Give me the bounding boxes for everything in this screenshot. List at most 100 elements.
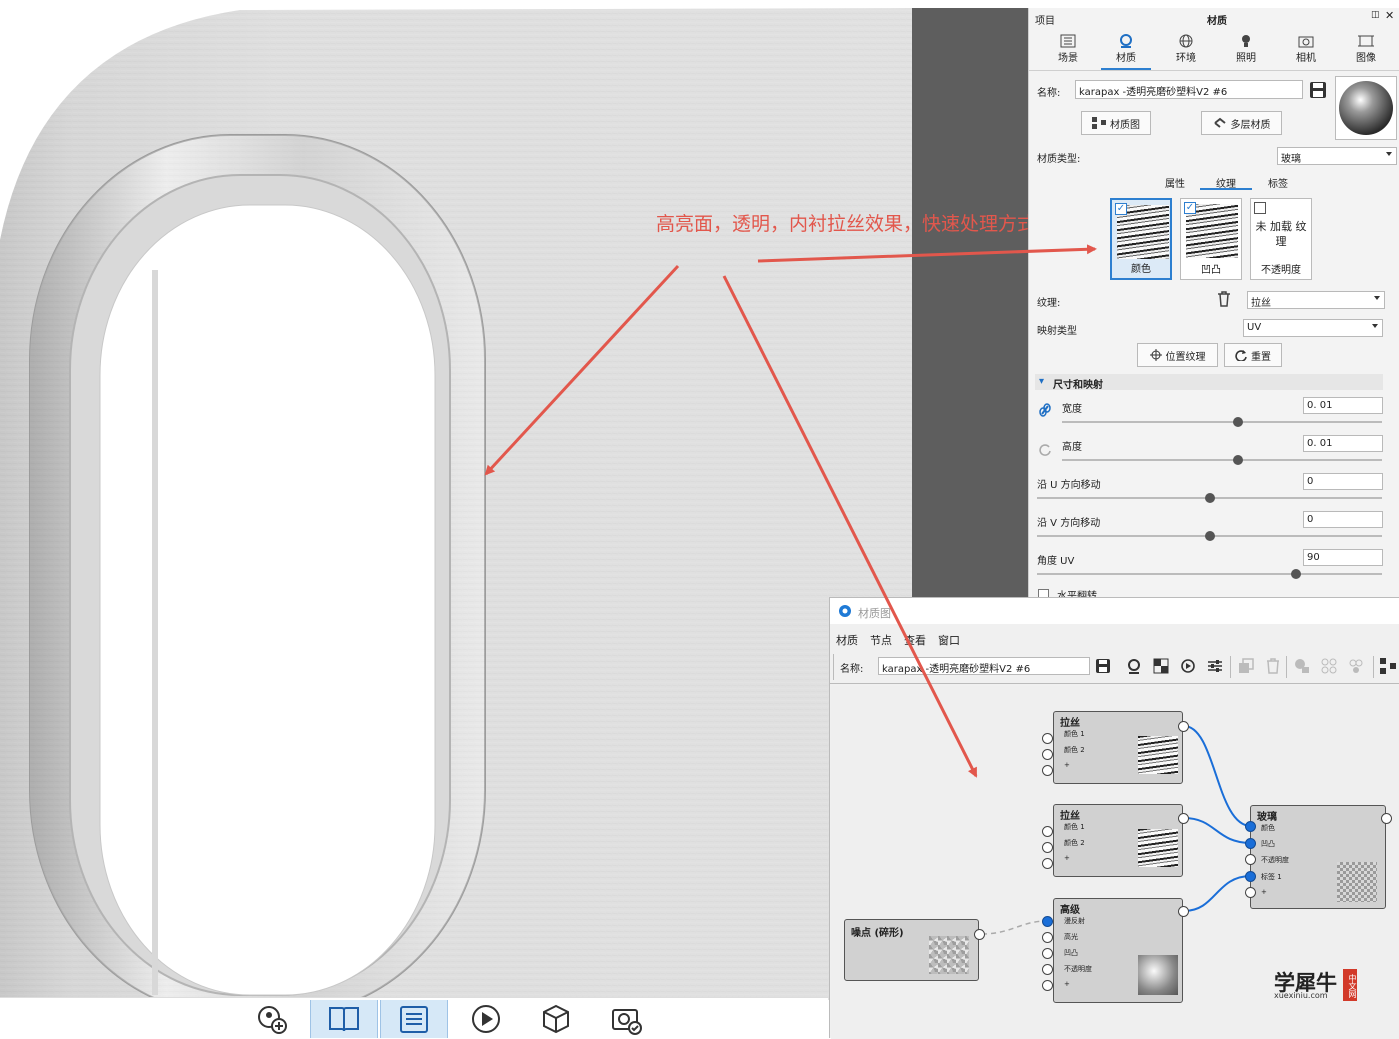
tab-camera[interactable]: 相机 (1281, 34, 1331, 70)
input-port-connected[interactable] (1245, 821, 1256, 832)
input-port[interactable] (1042, 842, 1053, 853)
input-port[interactable] (1042, 948, 1053, 959)
animation-button[interactable] (452, 1000, 520, 1038)
width-field[interactable]: 0. 01 (1303, 397, 1383, 414)
node-settings-icon[interactable] (1348, 658, 1364, 674)
screenshot-button[interactable] (592, 1000, 660, 1038)
sliders-icon[interactable] (1207, 658, 1223, 674)
node-brushed-1[interactable]: 拉丝 颜色 1 颜色 2 + (1053, 711, 1183, 784)
node-advanced[interactable]: 高级 漫反射 高光 凹凸 不透明度 + (1053, 898, 1183, 1003)
copy-icon[interactable] (1238, 658, 1254, 674)
angle-uv-field[interactable]: 90 (1303, 549, 1383, 566)
material-preview[interactable] (1335, 76, 1397, 140)
v-offset-field[interactable]: 0 (1303, 511, 1383, 528)
position-texture-button[interactable]: 位置纹理 (1137, 343, 1218, 367)
checkbox-checked[interactable]: ✓ (1184, 202, 1196, 214)
tab-image[interactable]: 图像 (1341, 34, 1391, 70)
input-port[interactable] (1245, 887, 1256, 898)
material-type-select[interactable]: 玻璃 (1277, 147, 1397, 165)
subtab-properties[interactable]: 属性 (1165, 175, 1185, 190)
tab-lighting[interactable]: 照明 (1221, 34, 1271, 70)
node-noise-fractal[interactable]: 噪点 (碎形) (844, 919, 979, 981)
add-render-button[interactable] (238, 1000, 306, 1038)
project-button[interactable] (380, 1000, 448, 1038)
close-icon[interactable]: ✕ (1385, 9, 1394, 22)
height-slider-knob[interactable] (1233, 455, 1243, 465)
menu-node[interactable]: 节点 (870, 632, 892, 648)
node-title: 噪点 (碎形) (851, 928, 904, 939)
keyshot-xr-button[interactable] (522, 1000, 590, 1038)
input-port[interactable] (1042, 826, 1053, 837)
texture-slot-bump[interactable]: ✓ 凹凸 (1180, 198, 1242, 280)
float-icon[interactable]: ◫ (1371, 10, 1380, 20)
refresh-icon[interactable] (1038, 442, 1052, 456)
material-name-field[interactable]: karapax -透明亮磨砂塑料V2 #6 (1075, 80, 1303, 99)
input-port[interactable] (1042, 733, 1053, 744)
checker-icon[interactable] (1153, 658, 1169, 674)
output-port[interactable] (1178, 813, 1189, 824)
input-port-connected[interactable] (1245, 838, 1256, 849)
input-port[interactable] (1042, 980, 1053, 991)
input-port[interactable] (1042, 749, 1053, 760)
menu-window[interactable]: 窗口 (938, 632, 960, 648)
output-port[interactable] (1178, 906, 1189, 917)
angle-uv-slider[interactable] (1037, 573, 1382, 575)
height-field[interactable]: 0. 01 (1303, 435, 1383, 452)
library-button[interactable] (310, 1000, 378, 1038)
multi-layer-button[interactable]: 多层材质 (1201, 111, 1282, 135)
animation-icon[interactable] (1180, 658, 1196, 674)
node-brushed-2[interactable]: 拉丝 颜色 1 颜色 2 + (1053, 804, 1183, 877)
layout-nodes-icon[interactable] (1380, 658, 1396, 674)
material-graph-button-label: 材质图 (1110, 119, 1140, 131)
width-slider-knob[interactable] (1233, 417, 1243, 427)
output-port[interactable] (974, 929, 985, 940)
checkbox-checked[interactable]: ✓ (1115, 203, 1127, 215)
node-lock-icon[interactable] (1294, 658, 1310, 674)
texture-type-select[interactable]: 拉丝 (1247, 291, 1385, 309)
graph-title-bar[interactable]: 材质图 (830, 598, 1399, 624)
height-slider[interactable] (1062, 459, 1382, 461)
node-title: 拉丝 (1060, 811, 1080, 822)
material-graph-button[interactable]: 材质图 (1081, 111, 1151, 135)
node-glass[interactable]: 玻璃 颜色 凹凸 不透明度 标签 1 + (1250, 805, 1386, 909)
menu-material[interactable]: 材质 (836, 632, 858, 648)
menu-view[interactable]: 查看 (904, 632, 926, 648)
output-port[interactable] (1381, 813, 1392, 824)
mapping-label: 映射类型 (1037, 326, 1077, 337)
width-slider[interactable] (1062, 421, 1382, 423)
angle-uv-slider-knob[interactable] (1290, 569, 1301, 579)
checkbox-unchecked[interactable] (1254, 202, 1266, 214)
tab-image-label: 图像 (1356, 53, 1376, 64)
texture-slot-color[interactable]: ✓ 颜色 (1110, 198, 1172, 280)
input-port-connected[interactable] (1042, 916, 1053, 927)
size-mapping-section[interactable]: ▾ 尺寸和映射 (1035, 374, 1383, 391)
material-type-label: 材质类型: (1037, 154, 1081, 165)
input-port[interactable] (1042, 932, 1053, 943)
v-offset-slider-knob[interactable] (1204, 531, 1215, 541)
link-icon[interactable] (1038, 402, 1052, 418)
input-port[interactable] (1042, 964, 1053, 975)
mapping-type-select[interactable]: UV (1243, 319, 1383, 337)
input-port[interactable] (1245, 854, 1256, 865)
u-offset-field[interactable]: 0 (1303, 473, 1383, 490)
subtab-labels[interactable]: 标签 (1268, 175, 1288, 190)
tab-scene[interactable]: 场景 (1043, 34, 1093, 70)
u-offset-slider-knob[interactable] (1204, 493, 1215, 503)
texture-slot-opacity[interactable]: 未 加载 纹 理 不透明度 (1250, 198, 1312, 280)
graph-material-name-field[interactable]: karapax -透明亮磨砂塑料V2 #6 (878, 657, 1090, 675)
input-port[interactable] (1042, 858, 1053, 869)
trash-icon[interactable] (1217, 291, 1231, 307)
material-ball-icon[interactable] (1126, 658, 1142, 674)
texture-type-value: 拉丝 (1251, 298, 1271, 309)
tab-material[interactable]: 材质 (1101, 34, 1151, 70)
input-port-connected[interactable] (1245, 871, 1256, 882)
input-port[interactable] (1042, 765, 1053, 776)
tab-environment[interactable]: 环境 (1161, 34, 1211, 70)
reset-button[interactable]: 重置 (1224, 343, 1282, 367)
trash-icon[interactable] (1265, 658, 1281, 674)
output-port[interactable] (1178, 721, 1189, 732)
graph-menubar: 材质 节点 查看 窗口 (830, 628, 1399, 648)
save-icon[interactable] (1095, 658, 1111, 674)
node-grid-icon[interactable] (1321, 658, 1337, 674)
save-icon[interactable] (1309, 81, 1327, 99)
